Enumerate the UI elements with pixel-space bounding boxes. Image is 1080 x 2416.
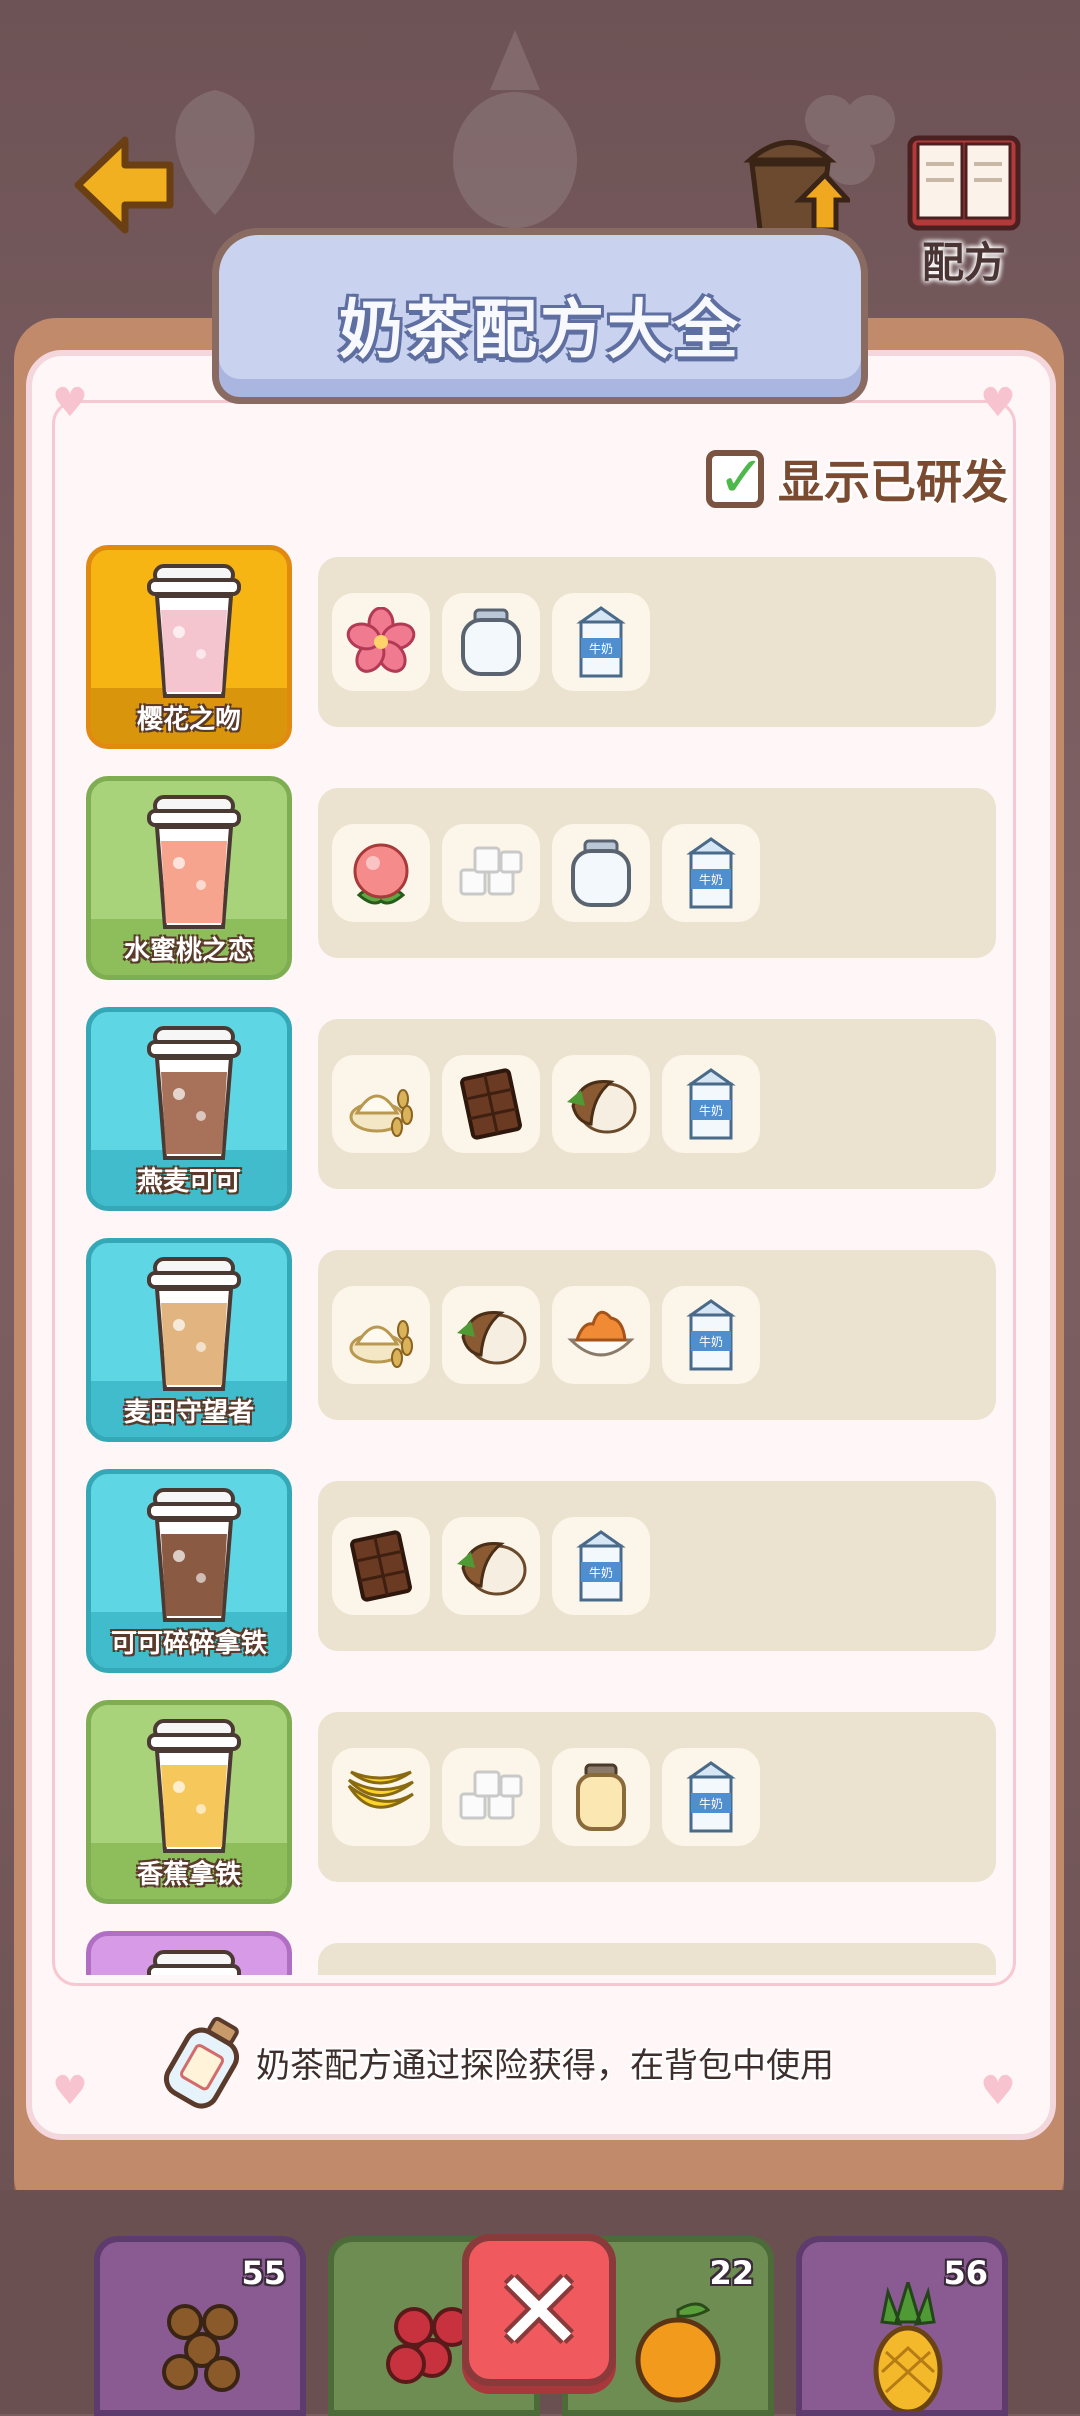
- heart-decoration-icon: ♥: [980, 380, 1016, 426]
- hint-bar: 奶茶配方通过探险获得，在背包中使用: [160, 2012, 920, 2112]
- drink-card[interactable]: [86, 1931, 292, 1975]
- coconut-icon: [442, 1517, 540, 1615]
- sugar-cubes-icon: [442, 1748, 540, 1846]
- drink-cup-icon: [147, 1026, 241, 1160]
- peach-icon: [332, 824, 430, 922]
- ingredients-panel: 牛奶: [318, 788, 996, 958]
- drink-name: 香蕉拿铁: [136, 1860, 241, 1890]
- milk-carton-icon: 牛奶: [662, 824, 760, 922]
- dialog-title: 奶茶配方大全: [339, 294, 741, 368]
- recipe-book-button[interactable]: 配方: [904, 130, 1024, 290]
- recipe-row[interactable]: 燕麦可可 牛奶: [86, 1007, 1006, 1211]
- drink-card[interactable]: 麦田守望者: [86, 1238, 292, 1442]
- recipe-row[interactable]: [86, 1931, 1006, 1975]
- drink-card[interactable]: 樱花之吻: [86, 545, 292, 749]
- tapioca-pearls-icon: [162, 2304, 240, 2392]
- recipe-row[interactable]: 樱花之吻 牛奶: [86, 545, 1006, 749]
- chocolate-bar-icon: [332, 1517, 430, 1615]
- close-button[interactable]: ✕: [462, 2234, 616, 2386]
- recipe-bottle-icon: [163, 2016, 240, 2109]
- milk-carton-icon: 牛奶: [662, 1286, 760, 1384]
- honey-jar-icon: [552, 1748, 650, 1846]
- recipe-row[interactable]: 麦田守望者 牛奶: [86, 1238, 1006, 1442]
- checkmark-icon: ✓: [718, 445, 765, 510]
- tray-count: 22: [709, 2254, 754, 2292]
- drink-name: 麦田守望者: [123, 1398, 254, 1428]
- drink-name: 燕麦可可: [136, 1167, 241, 1197]
- show-developed-checkbox[interactable]: ✓: [706, 445, 765, 510]
- drink-cup-icon: [147, 1719, 241, 1853]
- caramel-cream-icon: [552, 1286, 650, 1384]
- svg-text:牛奶: 牛奶: [589, 1565, 613, 1580]
- oat-flour-icon: [332, 1055, 430, 1153]
- ingredients-panel: 牛奶: [318, 1250, 996, 1420]
- drink-card[interactable]: 香蕉拿铁: [86, 1700, 292, 1904]
- drink-card[interactable]: 水蜜桃之恋: [86, 776, 292, 980]
- tray-count: 56: [943, 2254, 988, 2292]
- ingredients-panel: 牛奶: [318, 1019, 996, 1189]
- sakura-flower-icon: [332, 593, 430, 691]
- drink-cup-icon: [147, 1950, 241, 1975]
- title-banner: 奶茶配方大全: [212, 228, 868, 404]
- milk-carton-icon: 牛奶: [552, 593, 650, 691]
- glass-jar-icon: [552, 824, 650, 922]
- ingredients-panel: 牛奶: [318, 557, 996, 727]
- drink-name: 可可碎碎拿铁: [110, 1629, 267, 1659]
- coconut-icon: [552, 1055, 650, 1153]
- heart-decoration-icon: ♥: [52, 380, 88, 426]
- tray-slot-tapioca[interactable]: 55: [94, 2236, 306, 2416]
- recipe-row[interactable]: 水蜜桃之恋 牛奶: [86, 776, 1006, 980]
- drink-cup-icon: [147, 564, 241, 698]
- book-icon: [907, 135, 1021, 231]
- recipe-label: 配方: [921, 238, 1006, 287]
- recipe-list[interactable]: 樱花之吻 牛奶 水蜜桃之恋 牛奶 燕麦可可 牛奶 麦田守望者 牛奶 可可碎碎拿铁 牛奶 香: [86, 545, 1006, 1975]
- svg-text:牛奶: 牛奶: [699, 1334, 723, 1349]
- chocolate-bar-icon: [442, 1055, 540, 1153]
- heart-decoration-icon: ♥: [980, 2068, 1016, 2114]
- pineapple-icon: [873, 2282, 943, 2412]
- heart-decoration-icon: ♥: [52, 2068, 88, 2114]
- tray-slot-pineapple[interactable]: 56: [796, 2236, 1008, 2416]
- svg-text:牛奶: 牛奶: [589, 641, 613, 656]
- milk-carton-icon: 牛奶: [552, 1517, 650, 1615]
- banana-icon: [332, 1748, 430, 1846]
- recipe-row[interactable]: 可可碎碎拿铁 牛奶: [86, 1469, 1006, 1673]
- drink-cup-icon: [147, 1488, 241, 1622]
- milk-carton-icon: 牛奶: [662, 1055, 760, 1153]
- drink-card[interactable]: 燕麦可可: [86, 1007, 292, 1211]
- glass-jar-icon: [442, 593, 540, 691]
- drink-cup-icon: [147, 795, 241, 929]
- coconut-icon: [442, 1286, 540, 1384]
- drink-cup-icon: [147, 1257, 241, 1391]
- close-icon: ✕: [492, 2247, 586, 2375]
- sugar-cubes-icon: [442, 824, 540, 922]
- ingredients-panel: 牛奶: [318, 1712, 996, 1882]
- show-developed-label: 显示已研发: [778, 455, 1008, 509]
- back-arrow-icon[interactable]: [70, 130, 180, 240]
- tray-count: 55: [241, 2254, 286, 2292]
- oat-flour-icon: [332, 1286, 430, 1384]
- svg-text:牛奶: 牛奶: [699, 1103, 723, 1118]
- ingredients-panel: [318, 1943, 996, 1975]
- svg-text:牛奶: 牛奶: [699, 872, 723, 887]
- drink-name: 水蜜桃之恋: [123, 936, 254, 966]
- drink-card[interactable]: 可可碎碎拿铁: [86, 1469, 292, 1673]
- recipe-row[interactable]: 香蕉拿铁 牛奶: [86, 1700, 1006, 1904]
- drink-name: 樱花之吻: [136, 705, 241, 735]
- orange-icon: [635, 2302, 721, 2403]
- show-developed-toggle[interactable]: ✓ 显示已研发: [706, 444, 1008, 514]
- hint-text: 奶茶配方通过探险获得，在背包中使用: [256, 2045, 834, 2086]
- milk-carton-icon: 牛奶: [662, 1748, 760, 1846]
- ingredients-panel: 牛奶: [318, 1481, 996, 1651]
- svg-text:牛奶: 牛奶: [699, 1796, 723, 1811]
- pineapple-bg-icon: [453, 30, 577, 228]
